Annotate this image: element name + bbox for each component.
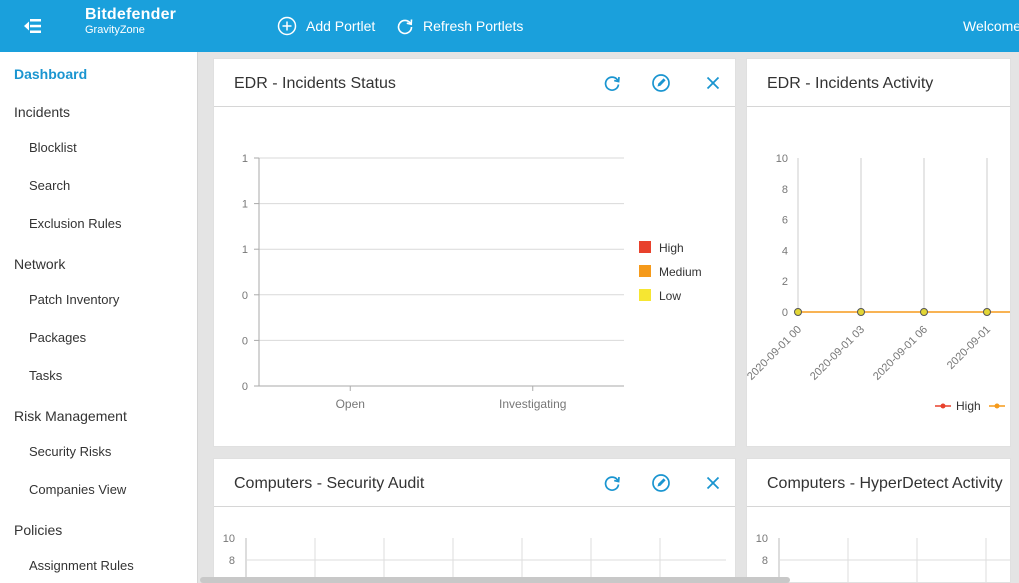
- sidebar-item-policies[interactable]: Policies: [14, 522, 62, 538]
- sidebar-item-security-risks[interactable]: Security Risks: [29, 444, 111, 459]
- y-tick-label: 1: [242, 153, 248, 165]
- data-point: [794, 308, 802, 316]
- portlet-title: EDR - Incidents Status: [234, 75, 396, 92]
- y-tick-label: 0: [242, 335, 248, 347]
- refresh-icon: [397, 19, 413, 35]
- y-tick-label: 10: [776, 153, 788, 165]
- plus-circle-icon: [277, 16, 297, 36]
- data-point: [857, 308, 865, 316]
- sidebar: Dashboard Incidents Blocklist Search Exc…: [0, 52, 198, 583]
- brand-name: Bitdefender: [85, 6, 177, 23]
- refresh-portlets-label: Refresh Portlets: [423, 18, 524, 34]
- y-tick-label: 10: [756, 533, 768, 545]
- sidebar-item-packages[interactable]: Packages: [29, 330, 86, 345]
- horizontal-scrollbar[interactable]: [200, 577, 790, 583]
- hyperdetect-chart: 8 10: [756, 533, 1010, 582]
- brand-logo[interactable]: Bitdefender GravityZone: [85, 7, 176, 36]
- portlet-header: EDR - Incidents Activity: [747, 59, 1010, 107]
- y-tick-label: 8: [762, 555, 768, 567]
- y-tick-label: 1: [242, 199, 248, 211]
- legend-label-high: High: [659, 241, 684, 255]
- portlet-edit-icon[interactable]: [651, 473, 671, 493]
- y-tick-label: 1: [242, 244, 248, 256]
- incidents-activity-chart: 02468102020-09-01 00 2020-09-01 03 2020-09…: [747, 153, 1010, 413]
- portlet-close-icon[interactable]: [703, 473, 723, 493]
- x-tick-label: Open: [336, 397, 365, 411]
- add-portlet-label: Add Portlet: [306, 18, 376, 34]
- legend-label-medium: Medium: [659, 265, 702, 279]
- x-tick-label: 2020-09-01 00: [747, 324, 804, 383]
- sidebar-item-companies-view[interactable]: Companies View: [29, 482, 126, 497]
- data-point: [920, 308, 928, 316]
- sidebar-item-dashboard[interactable]: Dashboard: [14, 66, 87, 82]
- portlet-refresh-icon[interactable]: [602, 473, 622, 493]
- incidents-status-chart: 1 1 1 0 0 0 Open Investigating High Medium Low: [242, 153, 702, 411]
- sidebar-item-network[interactable]: Network: [14, 256, 65, 272]
- sidebar-item-search[interactable]: Search: [29, 178, 70, 193]
- portlet-title: Computers - HyperDetect Activity: [767, 475, 1003, 492]
- sidebar-item-exclusion-rules[interactable]: Exclusion Rules: [29, 216, 122, 231]
- sidebar-item-tasks[interactable]: Tasks: [29, 368, 62, 383]
- sidebar-item-patch-inventory[interactable]: Patch Inventory: [29, 292, 119, 307]
- y-tick-label: 0: [242, 381, 248, 393]
- y-tick-label: 0: [782, 307, 788, 319]
- portlet-header: Computers - HyperDetect Activity: [747, 459, 1010, 507]
- legend-swatch-medium: [639, 265, 651, 277]
- welcome-user-menu[interactable]: Welcome,: [963, 18, 1019, 34]
- x-tick-label: 2020-09-01 03: [808, 324, 867, 383]
- y-tick-label: 8: [782, 184, 788, 196]
- legend-label-low: Low: [659, 289, 681, 303]
- top-bar: Bitdefender GravityZone Add Portlet Refr…: [0, 0, 1019, 52]
- portlet-security-audit: Computers - Security Audit 8 10: [213, 458, 736, 583]
- y-tick-label: 10: [223, 533, 235, 545]
- portlet-refresh-icon[interactable]: [602, 73, 622, 93]
- portlet-header: Computers - Security Audit: [214, 459, 735, 507]
- portlet-edit-icon[interactable]: [651, 73, 671, 93]
- x-tick-label: Investigating: [499, 397, 566, 411]
- legend-swatch-low: [639, 289, 651, 301]
- sidebar-item-risk-management[interactable]: Risk Management: [14, 408, 127, 424]
- security-audit-chart: 8 10: [223, 533, 726, 582]
- y-tick-label: 2: [782, 276, 788, 288]
- y-tick-label: 0: [242, 290, 248, 302]
- y-tick-label: 8: [229, 555, 235, 567]
- sidebar-item-incidents[interactable]: Incidents: [14, 104, 70, 120]
- sidebar-item-assignment-rules[interactable]: Assignment Rules: [29, 558, 134, 573]
- portlet-hyperdetect-activity: Computers - HyperDetect Activity 8 10: [746, 458, 1011, 583]
- portlet-edr-incidents-status: EDR - Incidents Status 1 1 1 0 0 0 Open Investi…: [213, 58, 736, 447]
- x-tick-label: 2020-09-01: [945, 324, 993, 372]
- refresh-portlets-button[interactable]: Refresh Portlets: [396, 16, 523, 36]
- portlet-title: Computers - Security Audit: [234, 475, 425, 492]
- legend-marker-medium: [994, 403, 1000, 409]
- y-tick-label: 4: [782, 245, 788, 257]
- sidebar-item-blocklist[interactable]: Blocklist: [29, 140, 77, 155]
- x-tick-label: 2020-09-01 06: [871, 324, 930, 383]
- portlet-title: EDR - Incidents Activity: [767, 75, 934, 92]
- legend-swatch-high: [639, 241, 651, 253]
- brand-product: GravityZone: [85, 24, 145, 36]
- add-portlet-button[interactable]: Add Portlet: [277, 16, 375, 36]
- data-point: [983, 308, 991, 316]
- legend-marker-high: [940, 403, 946, 409]
- portlet-header: EDR - Incidents Status: [214, 59, 735, 107]
- portlet-close-icon[interactable]: [703, 73, 723, 93]
- portlet-edr-incidents-activity: EDR - Incidents Activity 0 2 4 6 8 10 2020-09-…: [746, 58, 1011, 447]
- menu-collapse-icon[interactable]: [22, 16, 44, 36]
- y-tick-label: 6: [782, 215, 788, 227]
- legend-label-high: High: [956, 399, 981, 413]
